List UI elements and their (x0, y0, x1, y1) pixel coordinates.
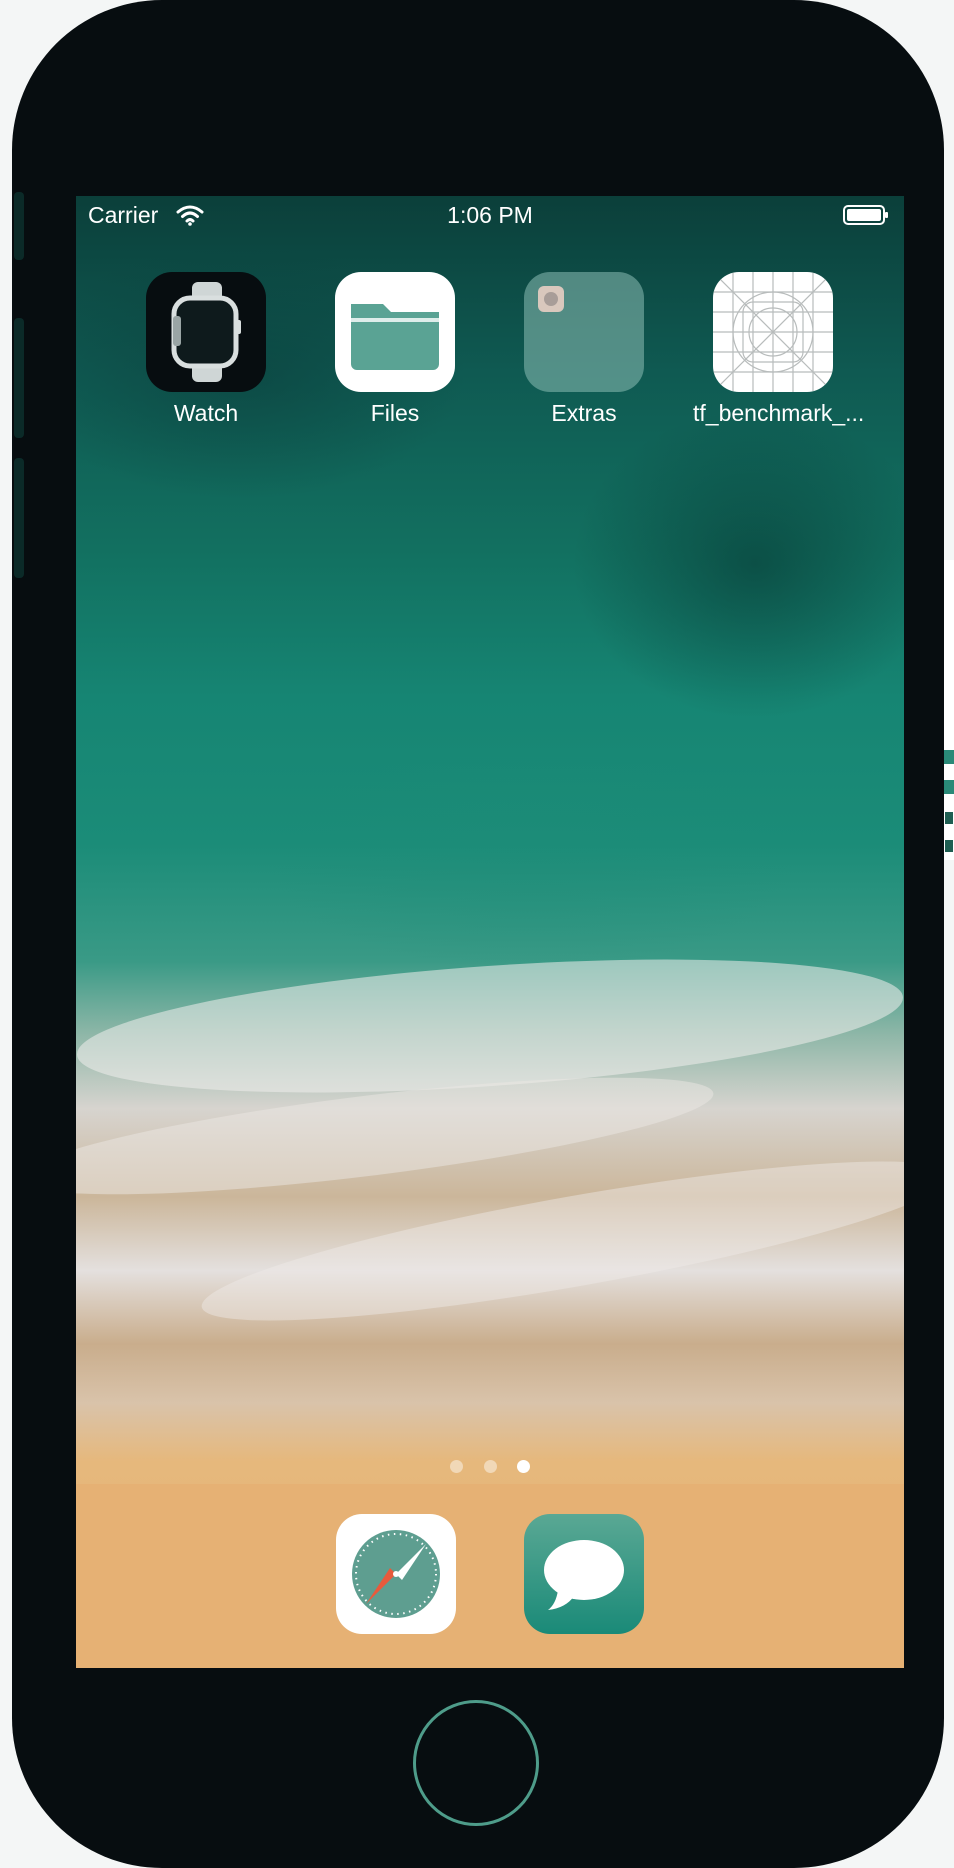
background-window-bar (943, 750, 954, 764)
dock (76, 1484, 904, 1668)
background-window-mark (945, 812, 953, 824)
volume-down-button[interactable] (14, 458, 24, 578)
app-label: Files (370, 400, 420, 426)
app-label: Watch (173, 400, 239, 426)
page-dot[interactable] (450, 1460, 464, 1473)
status-bar: Carrier 1:06 PM (76, 196, 904, 236)
background-window-mark (945, 840, 953, 852)
app-label: tf_benchmark_... (693, 400, 865, 426)
page-dot-current[interactable] (516, 1460, 530, 1473)
mute-switch[interactable] (14, 192, 24, 260)
iphone-simulator: Carrier 1:06 PM Watch Files Extras tf_be… (12, 0, 944, 1868)
app-tf-benchmark[interactable]: tf_benchmark_... (693, 272, 865, 427)
page-dot[interactable] (483, 1460, 497, 1473)
home-button[interactable] (413, 1700, 539, 1826)
app-label: Extras (551, 400, 617, 426)
background-window-bar (943, 780, 954, 794)
page-indicator[interactable] (76, 1460, 904, 1478)
app-extras-folder[interactable]: Extras (504, 272, 664, 427)
speech-bubble-icon (544, 1540, 624, 1610)
folder-group-icon (524, 272, 644, 392)
status-time: 1:06 PM (447, 202, 533, 228)
home-screen: Carrier 1:06 PM Watch Files Extras tf_be… (76, 196, 904, 1668)
dock-app-messages[interactable] (524, 1514, 644, 1634)
folder-icon (335, 272, 455, 392)
app-grid-placeholder-icon (713, 272, 833, 392)
battery-icon (843, 205, 888, 225)
app-files[interactable]: Files (315, 272, 475, 427)
compass-icon (352, 1530, 440, 1618)
watch-icon (146, 272, 266, 392)
dock-app-safari[interactable] (336, 1514, 456, 1634)
app-watch[interactable]: Watch (126, 272, 286, 427)
volume-up-button[interactable] (14, 318, 24, 438)
